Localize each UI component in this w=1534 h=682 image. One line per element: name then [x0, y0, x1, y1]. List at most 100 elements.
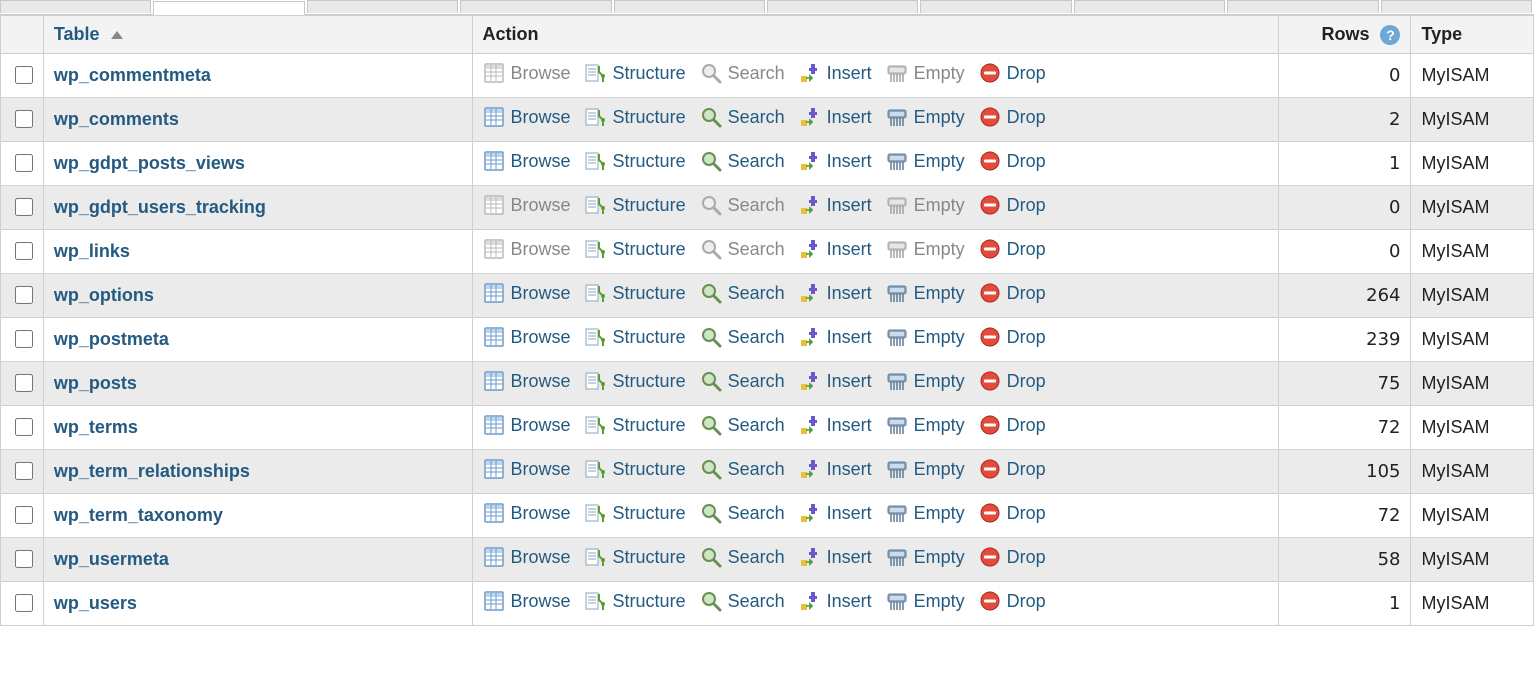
search-link[interactable]: Search — [728, 459, 785, 480]
row-checkbox[interactable] — [15, 154, 33, 172]
empty-link[interactable]: Empty — [914, 591, 965, 612]
empty-link[interactable]: Empty — [914, 283, 965, 304]
drop-link[interactable]: Drop — [1007, 327, 1046, 348]
tab[interactable] — [1381, 0, 1532, 13]
structure-link[interactable]: Structure — [613, 151, 686, 172]
row-checkbox[interactable] — [15, 110, 33, 128]
empty-link[interactable]: Empty — [914, 503, 965, 524]
tab[interactable] — [460, 0, 611, 13]
browse-link[interactable]: Browse — [511, 283, 571, 304]
tab[interactable] — [1074, 0, 1225, 13]
table-name-link[interactable]: wp_gdpt_posts_views — [54, 153, 245, 173]
empty-link[interactable]: Empty — [914, 151, 965, 172]
structure-link[interactable]: Structure — [613, 459, 686, 480]
search-link[interactable]: Search — [728, 547, 785, 568]
structure-link[interactable]: Structure — [613, 503, 686, 524]
header-table[interactable]: Table — [43, 16, 472, 54]
table-name-link[interactable]: wp_postmeta — [54, 329, 169, 349]
help-icon[interactable]: ? — [1380, 25, 1400, 45]
tab[interactable] — [614, 0, 765, 13]
table-name-link[interactable]: wp_commentmeta — [54, 65, 211, 85]
row-checkbox[interactable] — [15, 594, 33, 612]
empty-link[interactable]: Empty — [914, 107, 965, 128]
structure-link[interactable]: Structure — [613, 63, 686, 84]
browse-link[interactable]: Browse — [511, 547, 571, 568]
table-name-link[interactable]: wp_usermeta — [54, 549, 169, 569]
empty-link[interactable]: Empty — [914, 327, 965, 348]
structure-link[interactable]: Structure — [613, 107, 686, 128]
drop-link[interactable]: Drop — [1007, 371, 1046, 392]
insert-link[interactable]: Insert — [827, 63, 872, 84]
empty-link[interactable]: Empty — [914, 371, 965, 392]
structure-link[interactable]: Structure — [613, 283, 686, 304]
table-name-link[interactable]: wp_term_relationships — [54, 461, 250, 481]
empty-link[interactable]: Empty — [914, 415, 965, 436]
structure-link[interactable]: Structure — [613, 371, 686, 392]
row-checkbox[interactable] — [15, 374, 33, 392]
insert-link[interactable]: Insert — [827, 239, 872, 260]
tab[interactable] — [1227, 0, 1378, 13]
table-name-link[interactable]: wp_terms — [54, 417, 138, 437]
table-name-link[interactable]: wp_options — [54, 285, 154, 305]
insert-link[interactable]: Insert — [827, 107, 872, 128]
browse-link[interactable]: Browse — [511, 371, 571, 392]
insert-link[interactable]: Insert — [827, 547, 872, 568]
insert-link[interactable]: Insert — [827, 591, 872, 612]
search-link[interactable]: Search — [728, 283, 785, 304]
drop-link[interactable]: Drop — [1007, 151, 1046, 172]
browse-link[interactable]: Browse — [511, 107, 571, 128]
insert-link[interactable]: Insert — [827, 283, 872, 304]
browse-link[interactable]: Browse — [511, 503, 571, 524]
structure-link[interactable]: Structure — [613, 239, 686, 260]
search-link[interactable]: Search — [728, 415, 785, 436]
header-type[interactable]: Type — [1411, 16, 1534, 54]
drop-link[interactable]: Drop — [1007, 283, 1046, 304]
row-checkbox[interactable] — [15, 550, 33, 568]
tab[interactable] — [0, 0, 151, 13]
browse-link[interactable]: Browse — [511, 327, 571, 348]
tab-active[interactable] — [153, 1, 304, 15]
table-name-link[interactable]: wp_gdpt_users_tracking — [54, 197, 266, 217]
search-link[interactable]: Search — [728, 151, 785, 172]
browse-link[interactable]: Browse — [511, 415, 571, 436]
search-link[interactable]: Search — [728, 107, 785, 128]
drop-link[interactable]: Drop — [1007, 503, 1046, 524]
structure-link[interactable]: Structure — [613, 547, 686, 568]
structure-link[interactable]: Structure — [613, 415, 686, 436]
empty-link[interactable]: Empty — [914, 459, 965, 480]
row-checkbox[interactable] — [15, 418, 33, 436]
table-name-link[interactable]: wp_comments — [54, 109, 179, 129]
tab[interactable] — [767, 0, 918, 13]
insert-link[interactable]: Insert — [827, 151, 872, 172]
insert-link[interactable]: Insert — [827, 371, 872, 392]
drop-link[interactable]: Drop — [1007, 195, 1046, 216]
row-checkbox[interactable] — [15, 506, 33, 524]
row-checkbox[interactable] — [15, 462, 33, 480]
row-checkbox[interactable] — [15, 330, 33, 348]
row-checkbox[interactable] — [15, 286, 33, 304]
browse-link[interactable]: Browse — [511, 151, 571, 172]
row-checkbox[interactable] — [15, 242, 33, 260]
tab[interactable] — [307, 0, 458, 13]
insert-link[interactable]: Insert — [827, 415, 872, 436]
insert-link[interactable]: Insert — [827, 327, 872, 348]
empty-link[interactable]: Empty — [914, 547, 965, 568]
browse-link[interactable]: Browse — [511, 591, 571, 612]
table-name-link[interactable]: wp_links — [54, 241, 130, 261]
drop-link[interactable]: Drop — [1007, 239, 1046, 260]
search-link[interactable]: Search — [728, 327, 785, 348]
table-name-link[interactable]: wp_term_taxonomy — [54, 505, 223, 525]
search-link[interactable]: Search — [728, 371, 785, 392]
structure-link[interactable]: Structure — [613, 327, 686, 348]
drop-link[interactable]: Drop — [1007, 547, 1046, 568]
drop-link[interactable]: Drop — [1007, 107, 1046, 128]
structure-link[interactable]: Structure — [613, 195, 686, 216]
insert-link[interactable]: Insert — [827, 459, 872, 480]
row-checkbox[interactable] — [15, 198, 33, 216]
table-name-link[interactable]: wp_users — [54, 593, 137, 613]
row-checkbox[interactable] — [15, 66, 33, 84]
header-rows[interactable]: Rows ? — [1278, 16, 1411, 54]
insert-link[interactable]: Insert — [827, 503, 872, 524]
browse-link[interactable]: Browse — [511, 459, 571, 480]
search-link[interactable]: Search — [728, 591, 785, 612]
